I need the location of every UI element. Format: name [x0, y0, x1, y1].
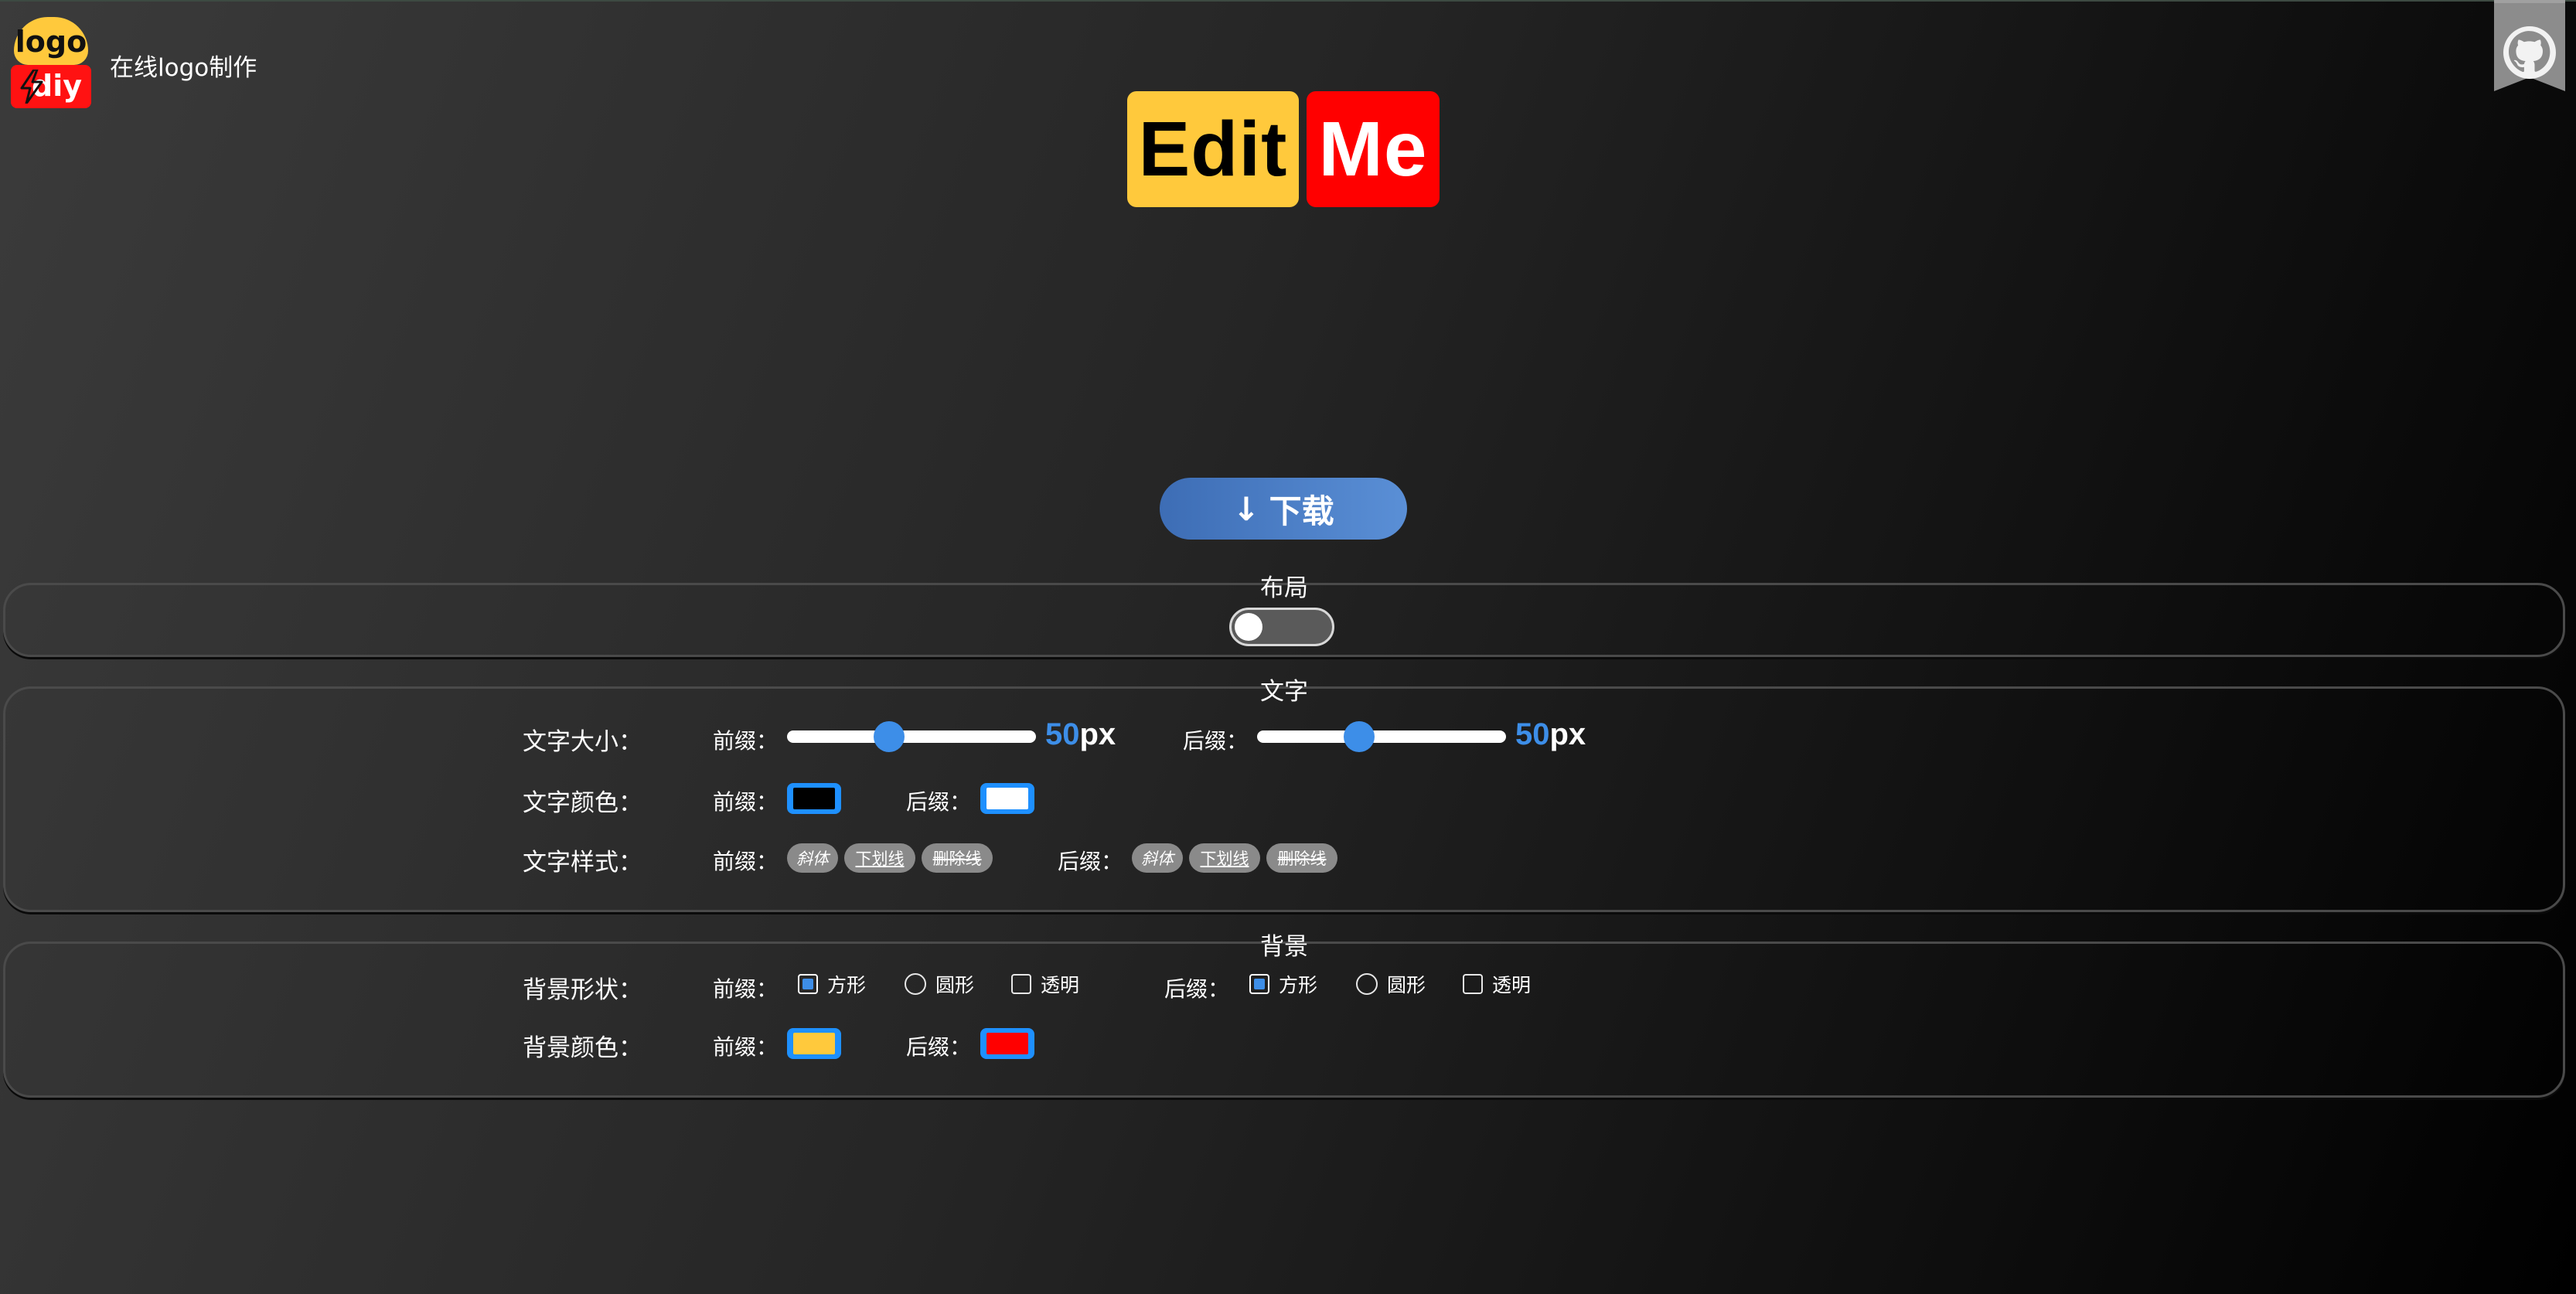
site-title[interactable]: 在线logo制作: [110, 48, 257, 83]
bg-suffix-color-picker[interactable]: [980, 1028, 1034, 1059]
text-style-label: 文字样式：: [523, 849, 642, 877]
prefix-italic-button[interactable]: 斜体: [787, 843, 838, 873]
toggle-knob: [1235, 613, 1262, 641]
suffix-strikethrough-button[interactable]: 删除线: [1266, 843, 1337, 873]
text-size-suffix-label: 后缀：: [1183, 728, 1249, 754]
text-style-prefix-label: 前缀：: [713, 849, 779, 874]
preview-prefix[interactable]: Edit: [1127, 91, 1299, 207]
background-legend: 背景: [1260, 933, 1308, 961]
github-corner-icon[interactable]: [2494, 0, 2565, 97]
prefix-size-slider[interactable]: [787, 721, 1036, 752]
text-prefix-color-picker[interactable]: [787, 783, 841, 814]
text-color-suffix-label: 后缀：: [906, 789, 972, 815]
logo-bottom-block: diy: [11, 65, 91, 108]
prefix-strikethrough-button[interactable]: 删除线: [922, 843, 993, 873]
option-label: 圆形: [1387, 974, 1426, 996]
slider-track: [787, 730, 1036, 743]
radio-button[interactable]: [1356, 973, 1378, 995]
checkbox[interactable]: [1011, 974, 1031, 994]
download-label: 下载: [1269, 492, 1334, 530]
swatch-fill: [986, 1033, 1028, 1054]
prefix-shape-circle-option[interactable]: 圆形: [905, 970, 974, 998]
prefix-underline-button[interactable]: 下划线: [844, 843, 915, 873]
slider-thumb[interactable]: [874, 721, 905, 752]
bg-shape-suffix-label: 后缀：: [1164, 976, 1230, 1002]
logo-top-text: logo: [14, 17, 88, 65]
prefix-size-value: 50px: [1045, 717, 1116, 752]
bg-color-label: 背景颜色：: [523, 1034, 642, 1062]
download-button[interactable]: ↓ 下载: [1160, 478, 1407, 540]
slider-thumb[interactable]: [1344, 721, 1375, 752]
lightning-bolt-icon: [20, 70, 43, 104]
suffix-underline-button[interactable]: 下划线: [1189, 843, 1260, 873]
slider-track: [1257, 730, 1506, 743]
checkbox[interactable]: [1463, 974, 1483, 994]
suffix-italic-button[interactable]: 斜体: [1132, 843, 1183, 873]
layout-legend: 布局: [1260, 574, 1308, 602]
text-section: 文字: [3, 678, 2565, 912]
prefix-shape-transparent-option[interactable]: 透明: [1011, 970, 1079, 998]
suffix-size-slider[interactable]: [1257, 721, 1506, 752]
suffix-size-number: 50: [1515, 717, 1550, 751]
checkbox-checked[interactable]: [798, 974, 818, 994]
bg-color-suffix-label: 后缀：: [906, 1034, 972, 1060]
suffix-shape-circle-option[interactable]: 圆形: [1356, 970, 1426, 998]
suffix-size-value: 50px: [1515, 717, 1586, 752]
suffix-shape-square-option[interactable]: 方形: [1249, 970, 1317, 998]
radio-button[interactable]: [905, 973, 926, 995]
site-logo[interactable]: logo diy: [11, 17, 91, 108]
checkbox-checked[interactable]: [1249, 974, 1269, 994]
option-label: 透明: [1041, 974, 1080, 996]
bg-prefix-color-picker[interactable]: [787, 1028, 841, 1059]
text-color-prefix-label: 前缀：: [713, 789, 779, 815]
option-label: 方形: [1279, 974, 1318, 996]
layout-toggle[interactable]: [1229, 608, 1334, 646]
background-section: 背景: [3, 933, 2565, 1098]
download-arrow-icon: ↓: [1232, 489, 1260, 528]
bg-shape-prefix-label: 前缀：: [713, 976, 779, 1002]
top-border-line: [0, 0, 2576, 2]
option-label: 透明: [1492, 974, 1532, 996]
text-size-label: 文字大小：: [523, 728, 642, 756]
prefix-size-number: 50: [1045, 717, 1080, 751]
prefix-size-unit: px: [1079, 717, 1116, 751]
text-color-label: 文字颜色：: [523, 789, 642, 817]
preview-suffix[interactable]: Me: [1307, 91, 1440, 207]
bg-shape-label: 背景形状：: [523, 976, 642, 1004]
option-label: 圆形: [935, 974, 975, 996]
logo-preview: Edit Me: [1127, 91, 1440, 207]
swatch-fill: [986, 788, 1028, 809]
text-legend: 文字: [1260, 678, 1308, 706]
prefix-shape-square-option[interactable]: 方形: [798, 970, 866, 998]
text-size-prefix-label: 前缀：: [713, 728, 779, 754]
suffix-shape-transparent-option[interactable]: 透明: [1463, 970, 1531, 998]
option-label: 方形: [827, 974, 867, 996]
text-suffix-color-picker[interactable]: [980, 783, 1034, 814]
bg-color-prefix-label: 前缀：: [713, 1034, 779, 1060]
swatch-fill: [793, 788, 835, 809]
text-style-suffix-label: 后缀：: [1058, 849, 1123, 874]
swatch-fill: [793, 1033, 835, 1054]
suffix-size-unit: px: [1549, 717, 1586, 751]
